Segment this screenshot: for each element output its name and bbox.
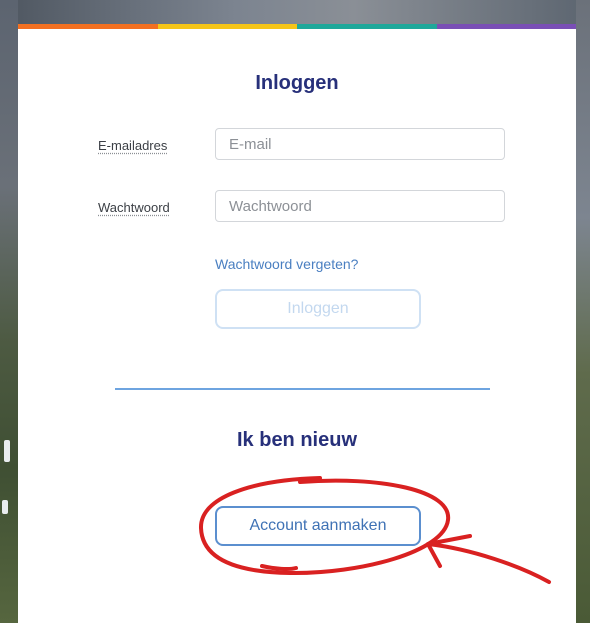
forgot-password-link[interactable]: Wachtwoord vergeten? — [215, 256, 358, 272]
login-card: Inloggen E-mailadres Wachtwoord Wachtwoo… — [18, 24, 576, 623]
login-title: Inloggen — [255, 72, 339, 94]
background-right — [576, 0, 590, 623]
rainbow-stripe — [18, 24, 576, 29]
create-account-button[interactable]: Account aanmaken — [215, 506, 421, 546]
email-input[interactable] — [215, 128, 505, 160]
email-label: E-mailadres — [98, 138, 168, 153]
background-top — [0, 0, 590, 24]
password-input[interactable] — [215, 190, 505, 222]
register-title: Ik ben nieuw — [236, 429, 358, 451]
password-label: Wachtwoord — [98, 200, 170, 215]
login-button[interactable]: Inloggen — [215, 289, 421, 329]
background-left — [0, 0, 18, 623]
divider — [115, 388, 490, 390]
